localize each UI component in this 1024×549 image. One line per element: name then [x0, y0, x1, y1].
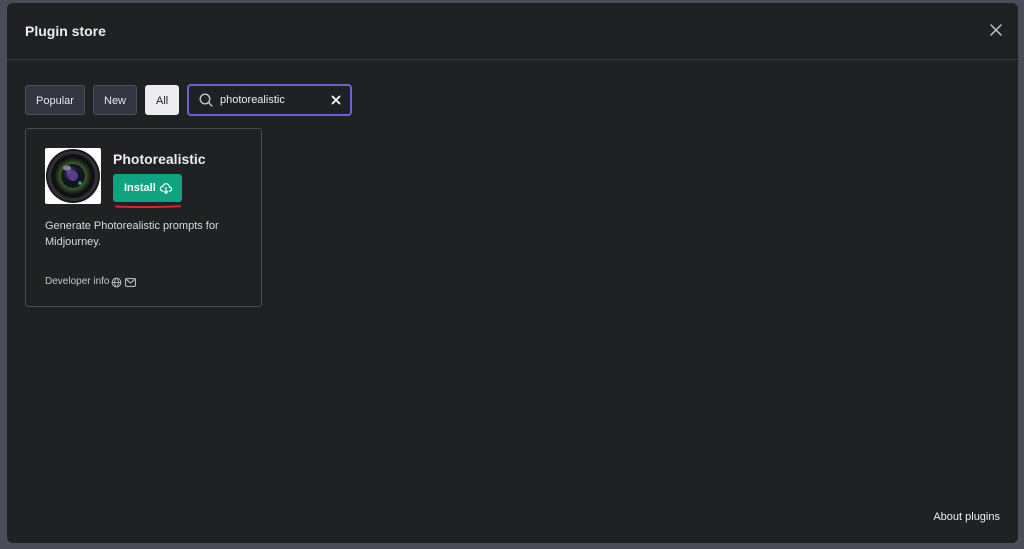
install-label: Install [124, 182, 156, 194]
plugin-description: Generate Photorealistic prompts for Midj… [45, 220, 219, 248]
about-plugins-link[interactable]: About plugins [933, 511, 1000, 523]
cloud-download-icon [159, 183, 173, 194]
modal-header: Plugin store [7, 3, 1018, 60]
search-icon [199, 93, 213, 107]
plugin-logo [45, 148, 101, 204]
globe-icon[interactable] [111, 277, 122, 288]
camera-lens-icon [46, 149, 100, 203]
close-icon[interactable] [988, 22, 1004, 38]
install-button[interactable]: Install [113, 174, 182, 202]
filter-popular-button[interactable]: Popular [25, 85, 85, 115]
developer-info-label: Developer info [45, 276, 110, 287]
search-box [187, 84, 352, 116]
plugin-name: Photorealistic [113, 151, 206, 167]
plugin-card: Photorealistic Install Generate Photorea… [25, 128, 262, 307]
search-input[interactable] [220, 91, 325, 109]
filter-all-button[interactable]: All [145, 85, 180, 115]
annotation-underline [115, 205, 181, 208]
modal-title: Plugin store [25, 23, 106, 39]
clear-icon[interactable] [330, 94, 342, 106]
filter-new-button[interactable]: New [93, 85, 138, 115]
mail-icon[interactable] [125, 278, 136, 287]
plugin-store-modal: Plugin store Popular New All photorealis… [7, 3, 1018, 543]
